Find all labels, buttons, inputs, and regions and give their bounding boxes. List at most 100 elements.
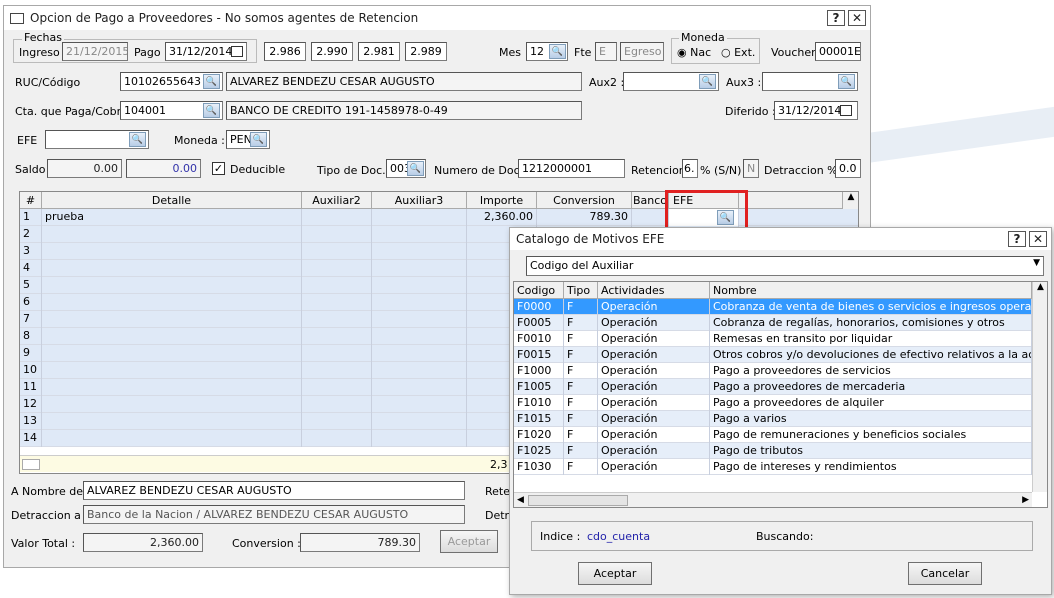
detraccion-a-field[interactable]: Banco de la Nacion / ALVAREZ BENDEZU CES… [83,505,465,524]
col-header[interactable]: Banco [632,192,669,208]
catalog-cell: F [564,411,598,427]
tc-field-2[interactable]: 2.990 [311,42,353,61]
aux2-lookup-icon[interactable]: 🔍 [699,74,716,89]
mes-lookup-icon[interactable]: 🔍 [549,44,566,59]
rete-label: Rete [485,485,510,498]
tc-field-4[interactable]: 2.989 [405,42,447,61]
ruc-name-field: ALVAREZ BENDEZU CESAR AUGUSTO [226,72,582,91]
title-bar: Opcion de Pago a Proveedores - No somos … [4,6,870,30]
tipo-doc-lookup-icon[interactable]: 🔍 [407,161,424,176]
row-number: 14 [20,430,42,447]
calendar-icon[interactable] [231,46,243,57]
catalog-cell: F [564,395,598,411]
anombre-field[interactable]: ALVAREZ BENDEZU CESAR AUGUSTO [83,481,465,500]
catalog-cell: Operación [598,459,710,475]
scroll-thumb[interactable] [528,495,628,506]
catalog-cell: Operación [598,443,710,459]
col-header[interactable]: Tipo [564,282,598,298]
vertical-scrollbar[interactable]: ▲ [1032,282,1047,492]
catalog-row[interactable]: F1030 F Operación Pago de intereses y rendi… [514,459,1032,475]
col-header[interactable]: # [20,192,42,208]
mes-label: Mes [499,46,521,59]
chevron-down-icon[interactable]: ▼ [1033,258,1040,268]
catalog-row[interactable]: F1020 F Operación Pago de remuneraciones y … [514,427,1032,443]
moneda-group-label: Moneda [679,31,727,44]
tc-field-1[interactable]: 2.986 [264,42,306,61]
catalog-cell: Pago de intereses y rendimientos [710,459,1032,475]
catalog-cell: Operación [598,363,710,379]
index-combo[interactable]: Codigo del Auxiliar ▼ [526,256,1044,276]
catalog-row[interactable]: F1015 F Operación Pago a varios [514,411,1032,427]
retencion-field[interactable]: 6. [682,159,698,178]
catalog-row[interactable]: F1010 F Operación Pago a proveedores de alq… [514,395,1032,411]
voucher-label: Voucher [771,46,816,59]
catalog-cell: Pago a proveedores de alquiler [710,395,1032,411]
catalog-row[interactable]: F0000 F Operación Cobranza de venta de bien… [514,299,1032,315]
scroll-up-button[interactable]: ▲ [842,192,858,209]
aux3-lookup-icon[interactable]: 🔍 [838,74,855,89]
sn-field[interactable]: N [743,159,759,178]
horizontal-scrollbar[interactable]: ◀ ▶ [514,492,1032,507]
catalog-cell: Operación [598,427,710,443]
catalog-cell: Remesas en transito por liquidar [710,331,1032,347]
help-button[interactable]: ? [827,10,845,26]
ingreso-date-field[interactable]: 21/12/2015 [62,42,128,61]
dialog-aceptar-button[interactable]: Aceptar [578,562,652,585]
ext-radio[interactable]: ○ Ext. [721,46,755,59]
detraccion-a-label: Detraccion a : [11,509,89,522]
catalog-cell: F [564,315,598,331]
col-header[interactable]: Nombre [710,282,1032,298]
calendar-icon[interactable] [840,105,852,116]
row-number: 12 [20,396,42,413]
row-number: 10 [20,362,42,379]
catalog-row[interactable]: F1000 F Operación Pago a proveedores de ser… [514,363,1032,379]
detraccion-field[interactable]: 0.0 [835,159,861,178]
col-header[interactable]: Detalle [42,192,302,208]
col-header[interactable]: Actividades [598,282,710,298]
nac-radio[interactable]: ◉ Nac [677,46,711,59]
egreso-field[interactable]: Egreso [620,42,664,61]
close-button[interactable]: ✕ [848,10,866,26]
ruc-lookup-icon[interactable]: 🔍 [203,74,220,89]
col-header[interactable]: Auxiliar2 [302,192,372,208]
pago-label: Pago [134,46,161,59]
catalog-cell: Pago de remuneraciones y beneficios soci… [710,427,1032,443]
fte-field[interactable]: E [595,42,617,61]
cta-lookup-icon[interactable]: 🔍 [203,103,220,118]
row-number: 7 [20,311,42,328]
dialog-cancelar-button[interactable]: Cancelar [908,562,982,585]
catalog-row[interactable]: F1025 F Operación Pago de tributos [514,443,1032,459]
valor-total-field: 2,360.00 [83,533,203,552]
col-header[interactable]: Conversion [537,192,632,208]
row-number: 9 [20,345,42,362]
efe-lookup-icon[interactable]: 🔍 [129,132,146,147]
fechas-label: Fechas [22,31,64,44]
sn-label: % (S/N) [700,164,742,177]
catalog-row[interactable]: F1005 F Operación Pago a proveedores de mer… [514,379,1032,395]
catalog-row[interactable]: F0015 F Operación Otros cobros y/o devoluci… [514,347,1032,363]
catalog-grid[interactable]: Codigo Tipo Actividades Nombre F0000 F Ope… [513,281,1048,508]
retencion-label: Retencion [631,164,686,177]
moneda-lookup-icon[interactable]: 🔍 [250,132,267,147]
col-header[interactable]: Auxiliar3 [372,192,467,208]
catalog-cell: Pago a varios [710,411,1032,427]
cta-label: Cta. que Paga/Cobra [15,105,128,118]
row-number: 3 [20,243,42,260]
deducible-checkbox[interactable]: ✓ [212,162,225,175]
voucher-field[interactable]: 00001E [815,42,861,61]
dialog-close-button[interactable]: ✕ [1029,231,1047,247]
catalog-cell: F1025 [514,443,564,459]
valor-total-label: Valor Total : [11,537,76,550]
fte-label: Fte [574,46,592,59]
dialog-title-bar: Catalogo de Motivos EFE ? ✕ [510,228,1051,250]
dialog-help-button[interactable]: ? [1008,231,1026,247]
tc-field-3[interactable]: 2.981 [358,42,400,61]
aceptar-button-main[interactable]: Aceptar [440,530,498,553]
catalog-row[interactable]: F0005 F Operación Cobranza de regalías, hon… [514,315,1032,331]
catalog-row[interactable]: F0010 F Operación Remesas en transito por l… [514,331,1032,347]
col-header[interactable]: Codigo [514,282,564,298]
num-doc-field[interactable]: 1212000001 [518,159,625,178]
ingreso-label: Ingreso [19,46,60,59]
col-header[interactable]: Importe [467,192,537,208]
app-icon [10,12,24,24]
